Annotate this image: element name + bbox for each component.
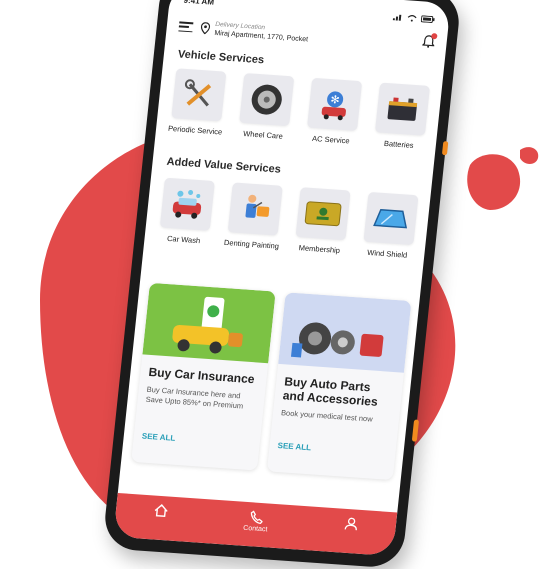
service-periodic[interactable]: Periodic Service [166, 68, 231, 137]
nav-home[interactable] [153, 504, 169, 520]
added-value-services-grid: Car Wash Denting Painting Membership Win… [154, 177, 422, 260]
tire-icon [251, 84, 282, 115]
notification-bell[interactable] [421, 33, 438, 53]
phone-mockup: 9:41 AM Delivery Location Miraj Apartmen… [101, 0, 463, 569]
delivery-location[interactable]: Delivery Location Miraj Apartment, 1770,… [214, 20, 309, 43]
vehicle-services-grid: Periodic Service Wheel Care ✻ AC Service… [166, 68, 434, 151]
service-batteries[interactable]: Batteries [369, 82, 434, 151]
windshield-icon [373, 209, 408, 229]
car-insurance-illustration [142, 282, 276, 364]
service-ac[interactable]: ✻ AC Service [301, 77, 366, 146]
signal-icon [392, 14, 402, 21]
promo-card-auto-parts[interactable]: Buy Auto Parts and Accessories Book your… [266, 292, 412, 481]
service-membership[interactable]: Membership [290, 187, 355, 256]
user-icon [344, 517, 357, 531]
bottom-nav: Contact [113, 492, 398, 557]
promo-description: Buy Car Insurance here and Save Upto 85%… [145, 384, 244, 411]
hamburger-menu-icon[interactable] [178, 21, 194, 33]
app-screen: 9:41 AM Delivery Location Miraj Apartmen… [113, 0, 451, 557]
svg-text:✻: ✻ [330, 93, 341, 107]
promo-title: Buy Car Insurance [147, 364, 256, 387]
phone-frame: 9:41 AM Delivery Location Miraj Apartmen… [101, 0, 463, 569]
home-icon [154, 504, 168, 518]
painting-icon [245, 194, 270, 218]
status-time: 9:41 AM [183, 0, 215, 7]
vehicle-services-title: Vehicle Services [177, 48, 265, 67]
nav-contact[interactable]: Contact [243, 510, 269, 533]
service-wind-shield[interactable]: Wind Shield [358, 191, 423, 261]
battery-status-icon [420, 14, 435, 23]
car-wash-icon [172, 189, 202, 219]
promo-description: Book your medical test now [280, 408, 374, 424]
see-all-link[interactable]: SEE ALL [141, 432, 175, 443]
service-denting-painting[interactable]: Denting Painting [222, 182, 287, 251]
promo-title: Buy Auto Parts and Accessories [282, 374, 379, 409]
car-ac-icon: ✻ [321, 91, 346, 121]
see-all-link[interactable]: SEE ALL [277, 441, 311, 452]
small-blob [467, 154, 521, 210]
nav-profile[interactable] [344, 517, 359, 533]
wifi-icon [407, 14, 417, 22]
service-wheel-care[interactable]: Wheel Care [234, 73, 299, 142]
phone-icon [250, 510, 264, 525]
added-value-services-title: Added Value Services [166, 155, 282, 176]
promo-cards: Buy Car Insurance Buy Car Insurance here… [131, 282, 412, 481]
service-car-wash[interactable]: Car Wash [154, 177, 219, 246]
notification-badge [430, 33, 438, 40]
auto-parts-illustration [278, 292, 412, 373]
wrench-screwdriver-icon [184, 79, 212, 107]
membership-card-icon [304, 201, 342, 227]
tiny-blob [520, 147, 539, 164]
promo-card-insurance[interactable]: Buy Car Insurance Buy Car Insurance here… [131, 282, 276, 471]
battery-icon [387, 97, 418, 121]
location-pin-icon [200, 22, 211, 35]
